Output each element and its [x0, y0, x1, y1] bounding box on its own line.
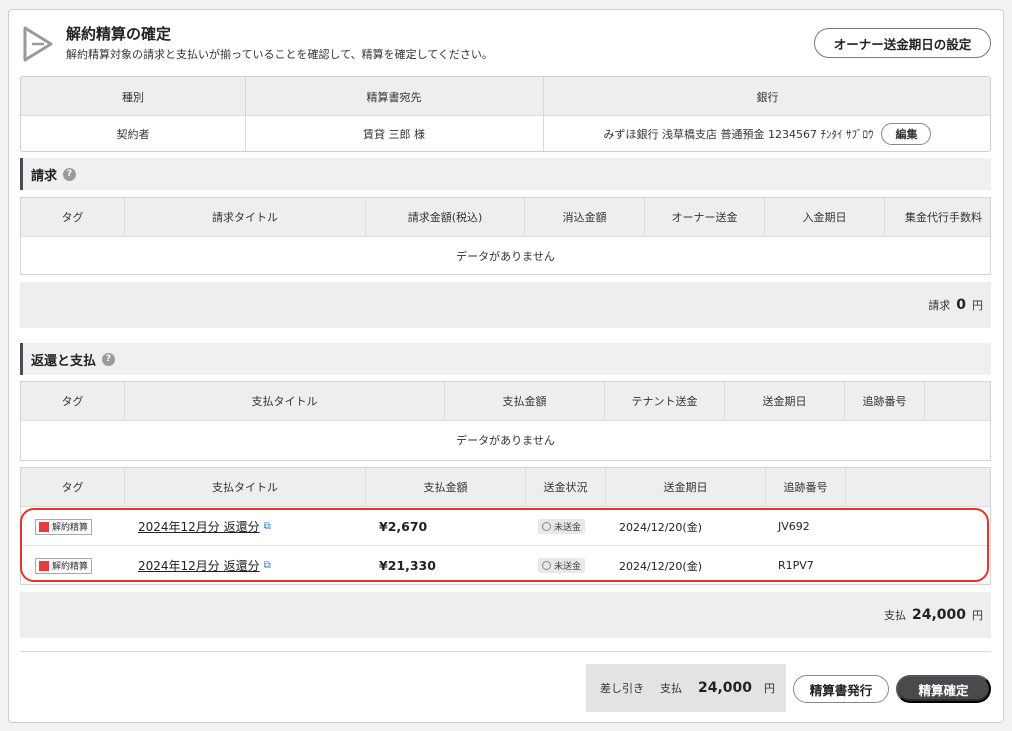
info-type-value: 契約者	[116, 128, 150, 141]
payments-total-unit: 円	[972, 609, 983, 622]
billing-total-value: 0	[956, 297, 966, 313]
billing-total-unit: 円	[972, 299, 983, 312]
page-subtitle: 解約精算対象の請求と支払いが揃っていることを確認して、精算を確定してください。	[66, 48, 493, 61]
payment-title-link[interactable]: 2024年12月分 返還分	[138, 557, 260, 574]
column-header: 送金状況	[526, 468, 606, 507]
column-header: 集金代行手数料	[885, 198, 990, 237]
payment-amount: ¥21,330	[379, 558, 436, 573]
help-icon[interactable]: ?	[63, 167, 77, 181]
recipient-info-table: 種別 精算書宛先 銀行 契約者 賃貸 三郎 様 みずほ銀行 浅草橋支店 普通預金…	[20, 76, 991, 152]
info-header-type: 種別	[122, 90, 144, 104]
help-icon[interactable]: ?	[102, 352, 116, 366]
tag-color-square	[39, 521, 49, 532]
divider	[20, 651, 991, 652]
tag-badge: 解約精算	[35, 557, 93, 574]
tag-label: 解約精算	[52, 523, 89, 533]
status-label: 未送金	[554, 562, 582, 572]
edit-bank-button[interactable]: 編集	[881, 123, 932, 145]
clock-icon	[542, 522, 551, 531]
diff-value: 24,000	[698, 680, 753, 696]
column-header: 支払タイトル	[125, 382, 445, 421]
column-header: 消込金額	[525, 198, 645, 237]
column-header: 送金期日	[606, 468, 766, 507]
transfer-date: 2024/12/20(金)	[619, 559, 702, 573]
info-header-bank: 銀行	[756, 90, 779, 104]
payments-total-value: 24,000	[911, 607, 966, 623]
difference-summary: 差し引き 支払 24,000 円	[586, 664, 786, 712]
diff-label: 差し引き	[600, 682, 644, 695]
info-bank-value: みずほ銀行 浅草橋支店 普通預金 1234567 ﾁﾝﾀｲ ｻﾌﾞﾛｳ	[603, 128, 874, 141]
tag-cell: 解約精算	[35, 507, 93, 546]
column-header: 追跡番号	[766, 468, 846, 507]
table-row: 解約精算 2024年12月分 返還分 ⧉ ¥21,330 未送金 2024/12…	[21, 546, 990, 584]
refund-section-header: 返還と支払 ?	[20, 343, 991, 375]
tag-label: 解約精算	[52, 562, 89, 572]
diff-unit: 円	[764, 682, 776, 695]
amount-cell: ¥21,330	[379, 546, 436, 584]
tag-color-square	[39, 560, 49, 571]
column-header: 支払タイトル	[125, 468, 366, 507]
status-cell: 未送金	[538, 546, 586, 584]
payment-amount: ¥2,670	[379, 519, 428, 534]
play-logo-icon	[23, 26, 53, 62]
billing-section-title: 請求	[31, 168, 58, 184]
column-header: 支払金額	[366, 468, 526, 507]
refund-table: タグ 支払タイトル 支払金額 テナント送金 送金期日 追跡番号 データがありませ…	[20, 381, 991, 461]
refund-section-title: 返還と支払	[31, 353, 97, 369]
settlement-card: 解約精算の確定 解約精算対象の請求と支払いが揃っていることを確認して、精算を確定…	[8, 9, 1004, 723]
page-title: 解約精算の確定	[66, 25, 172, 43]
info-recipient-value: 賃貸 三郎 様	[363, 128, 425, 141]
status-badge: 未送金	[538, 519, 586, 534]
empty-message: データがありません	[456, 434, 555, 447]
billing-total: 請求 0 円	[20, 282, 991, 328]
billing-table: タグ 請求タイトル 請求金額(税込) 消込金額 オーナー送金 入金期日 集金代行…	[20, 197, 991, 275]
payment-title-link[interactable]: 2024年12月分 返還分	[138, 518, 260, 535]
column-header	[925, 382, 990, 421]
info-bank-cell: みずほ銀行 浅草橋支店 普通預金 1234567 ﾁﾝﾀｲ ｻﾌﾞﾛｳ 編集	[543, 116, 990, 151]
column-header	[846, 468, 990, 507]
payments-table: タグ 支払タイトル 支払金額 送金状況 送金期日 追跡番号 解約精算 2024年…	[20, 467, 991, 585]
billing-total-label: 請求	[928, 299, 951, 312]
diff-type: 支払	[660, 682, 682, 695]
clock-icon	[542, 561, 551, 570]
tracking-number: R1PV7	[778, 559, 814, 572]
column-header: 請求タイトル	[125, 198, 366, 237]
column-header: 入金期日	[765, 198, 885, 237]
table-row: 解約精算 2024年12月分 返還分 ⧉ ¥2,670 未送金 2024/12/…	[21, 507, 990, 546]
tag-badge: 解約精算	[35, 518, 93, 535]
tracking-number: JV692	[778, 520, 810, 533]
empty-message: データがありません	[456, 250, 555, 263]
status-badge: 未送金	[538, 558, 586, 573]
external-link-icon[interactable]: ⧉	[264, 521, 271, 532]
transfer-date: 2024/12/20(金)	[619, 520, 702, 534]
owner-transfer-date-button[interactable]: オーナー送金期日の設定	[814, 28, 991, 58]
confirm-settlement-button[interactable]: 精算確定	[896, 675, 991, 703]
column-header: 支払金額	[445, 382, 605, 421]
column-header: タグ	[21, 382, 125, 421]
title-cell: 2024年12月分 返還分 ⧉	[138, 546, 271, 584]
column-header: 追跡番号	[845, 382, 925, 421]
issue-statement-button[interactable]: 精算書発行	[793, 675, 889, 703]
billing-section-header: 請求 ?	[20, 158, 991, 190]
title-cell: 2024年12月分 返還分 ⧉	[138, 507, 271, 546]
payments-total: 支払 24,000 円	[20, 592, 991, 638]
status-cell: 未送金	[538, 507, 586, 546]
column-header: タグ	[21, 468, 125, 507]
external-link-icon[interactable]: ⧉	[264, 560, 271, 571]
column-header: 送金期日	[725, 382, 845, 421]
column-header: 請求金額(税込)	[366, 198, 525, 237]
column-header: タグ	[21, 198, 125, 237]
column-header: オーナー送金	[645, 198, 765, 237]
amount-cell: ¥2,670	[379, 507, 427, 546]
payments-total-label: 支払	[883, 609, 906, 622]
tag-cell: 解約精算	[35, 546, 93, 584]
column-header: テナント送金	[605, 382, 725, 421]
info-header-recipient: 精算書宛先	[366, 90, 422, 104]
status-label: 未送金	[554, 523, 582, 533]
